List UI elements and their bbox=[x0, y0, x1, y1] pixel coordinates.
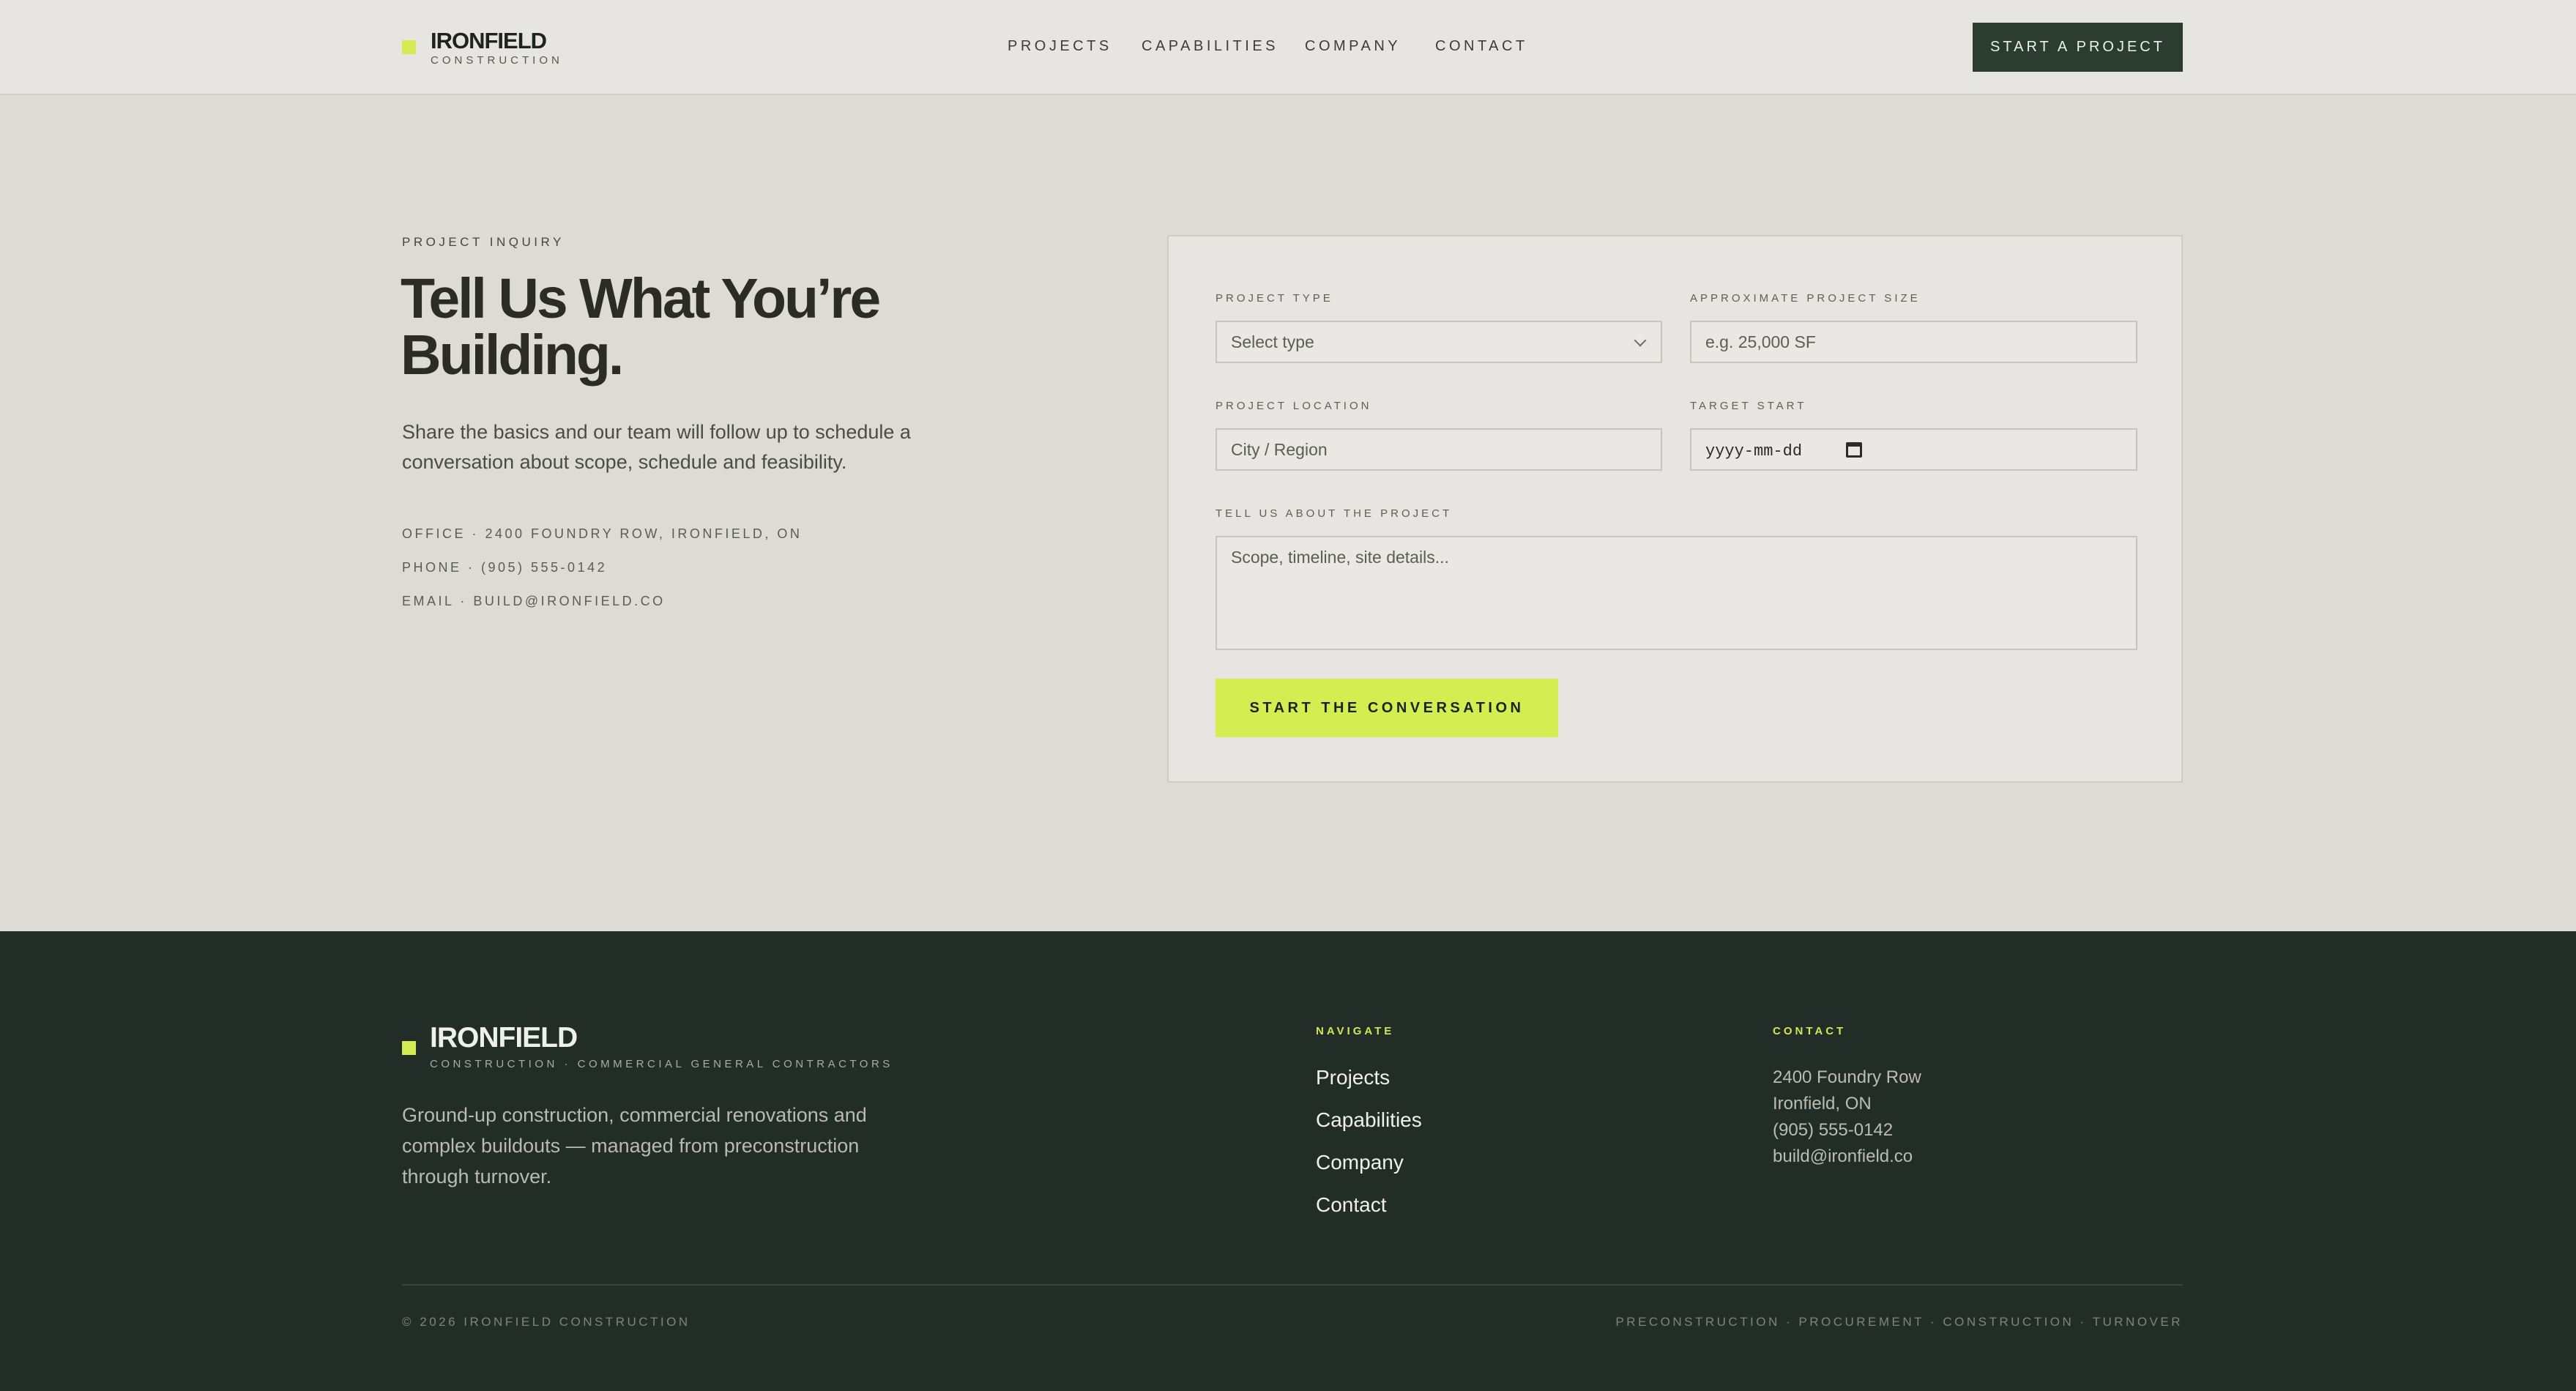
page-title: Tell Us What You’re Building. bbox=[401, 267, 881, 387]
footer-navigate-title: NAVIGATE bbox=[1316, 1025, 1395, 1037]
project-description-textarea[interactable]: Scope, timeline, site details... bbox=[1216, 536, 2137, 650]
contact-info: OFFICE · 2400 FOUNDRY ROW, IRONFIELD, ON… bbox=[402, 524, 802, 625]
copyright: © 2026 IRONFIELD CONSTRUCTION bbox=[402, 1315, 690, 1329]
nav-capabilities[interactable]: CAPABILITIES bbox=[1142, 38, 1278, 55]
footer-link-projects[interactable]: Projects bbox=[1316, 1066, 1390, 1089]
project-location-label: PROJECT LOCATION bbox=[1216, 400, 1372, 412]
target-start-date-input[interactable]: yyyy-mm-dd bbox=[1690, 428, 2137, 471]
main-nav: PROJECTS CAPABILITIES COMPANY CONTACT bbox=[0, 38, 2576, 60]
project-description-placeholder: Scope, timeline, site details... bbox=[1231, 548, 1449, 567]
project-description-label: TELL US ABOUT THE PROJECT bbox=[1216, 507, 1453, 520]
section-eyebrow: PROJECT INQUIRY bbox=[402, 235, 565, 249]
nav-company[interactable]: COMPANY bbox=[1305, 38, 1401, 55]
project-location-input[interactable]: City / Region bbox=[1216, 428, 1662, 471]
footer-description: Ground-up construction, commercial renov… bbox=[402, 1104, 867, 1187]
phone-number: PHONE · (905) 555-0142 bbox=[402, 560, 608, 575]
footer-contact-phone[interactable]: (905) 555-0142 bbox=[1773, 1120, 1893, 1141]
footer-logo-mark bbox=[402, 1041, 416, 1055]
project-size-placeholder: e.g. 25,000 SF bbox=[1705, 332, 1816, 351]
site-footer: IRONFIELD CONSTRUCTION · COMMERCIAL GENE… bbox=[0, 931, 2576, 1391]
start-conversation-button[interactable]: START THE CONVERSATION bbox=[1216, 679, 1558, 737]
footer-contact-city: Ironfield, ON bbox=[1773, 1094, 1872, 1114]
chevron-down-icon bbox=[1634, 334, 1647, 347]
email-address: EMAIL · BUILD@IRONFIELD.CO bbox=[402, 594, 666, 608]
office-address: OFFICE · 2400 FOUNDRY ROW, IRONFIELD, ON bbox=[402, 526, 803, 541]
project-location-placeholder: City / Region bbox=[1231, 440, 1328, 459]
site-header: IRONFIELD CONSTRUCTION PROJECTS CAPABILI… bbox=[0, 0, 2576, 95]
nav-projects[interactable]: PROJECTS bbox=[1008, 38, 1112, 55]
footer-contact-street: 2400 Foundry Row bbox=[1773, 1067, 1921, 1087]
nav-contact[interactable]: CONTACT bbox=[1435, 38, 1528, 55]
footer-services: PRECONSTRUCTION · PROCUREMENT · CONSTRUC… bbox=[1615, 1315, 2183, 1329]
footer-logo-subtitle: CONSTRUCTION · COMMERCIAL GENERAL CONTRA… bbox=[430, 1058, 893, 1070]
footer-contact-title: CONTACT bbox=[1773, 1025, 1847, 1037]
calendar-icon[interactable] bbox=[1846, 442, 1862, 458]
project-inquiry-form: PROJECT TYPE Select type APPROXIMATE PRO… bbox=[1167, 235, 2183, 783]
footer-contact-email[interactable]: build@ironfield.co bbox=[1773, 1146, 1913, 1167]
project-type-value: Select type bbox=[1231, 332, 1314, 351]
footer-link-capabilities[interactable]: Capabilities bbox=[1316, 1108, 1422, 1132]
page-subtitle: Share the basics and our team will follo… bbox=[402, 421, 911, 473]
project-type-select[interactable]: Select type bbox=[1216, 321, 1662, 363]
target-start-placeholder: yyyy-mm-dd bbox=[1705, 442, 1803, 460]
target-start-label: TARGET START bbox=[1690, 400, 1807, 412]
footer-link-contact[interactable]: Contact bbox=[1316, 1193, 1387, 1217]
footer-divider bbox=[402, 1284, 2183, 1286]
project-type-label: PROJECT TYPE bbox=[1216, 292, 1333, 305]
project-size-label: APPROXIMATE PROJECT SIZE bbox=[1690, 292, 1921, 305]
footer-link-company[interactable]: Company bbox=[1316, 1151, 1404, 1174]
start-project-button[interactable]: START A PROJECT bbox=[1973, 23, 2183, 72]
project-size-input[interactable]: e.g. 25,000 SF bbox=[1690, 321, 2137, 363]
footer-logo-name[interactable]: IRONFIELD bbox=[430, 1022, 578, 1054]
